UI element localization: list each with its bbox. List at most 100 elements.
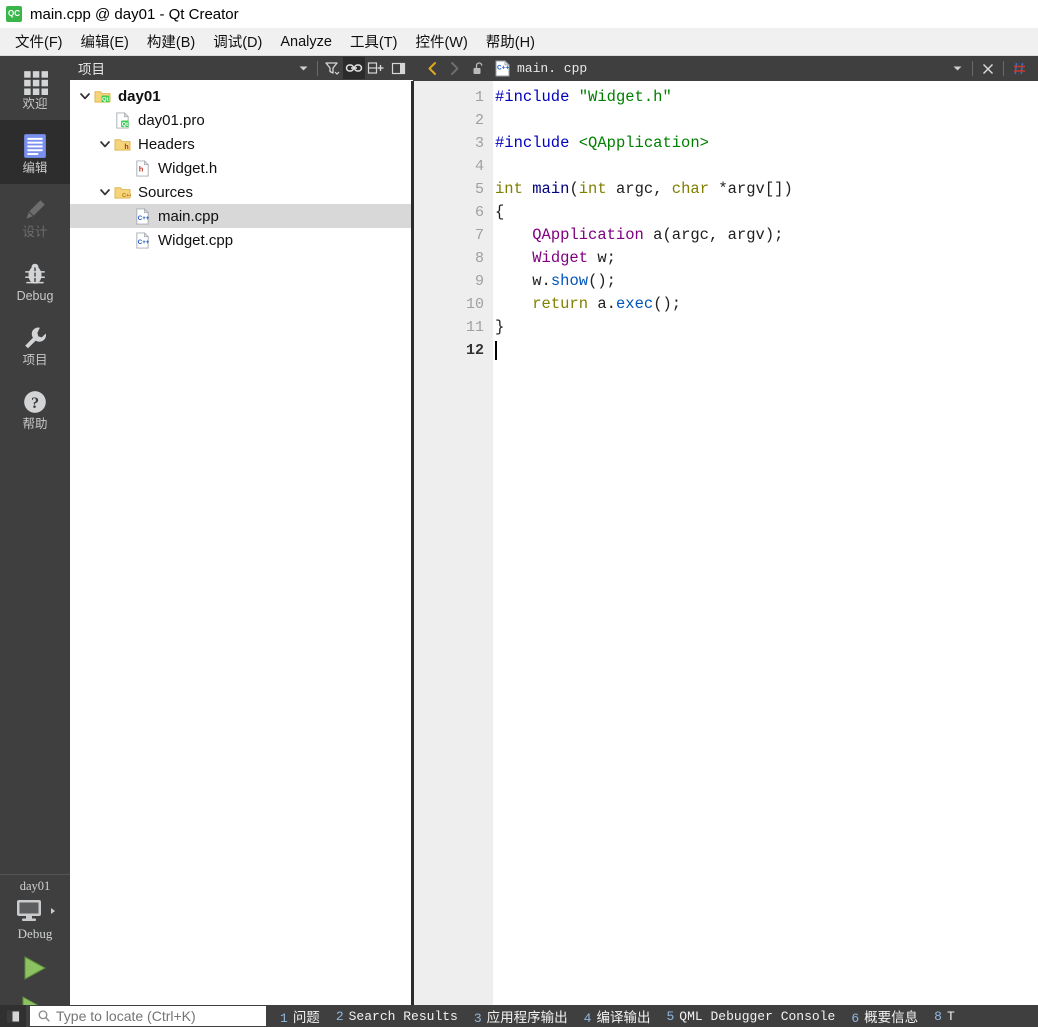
mode-button-编辑[interactable]: 编辑 bbox=[0, 120, 70, 184]
menu-build[interactable]: 构建(B) bbox=[138, 28, 204, 55]
chevron-down-icon bbox=[953, 66, 961, 71]
tree-expand-toggle[interactable] bbox=[96, 132, 114, 156]
kit-target-row bbox=[0, 897, 70, 925]
chevron-down-icon bbox=[100, 189, 110, 196]
link-with-editor-button[interactable] bbox=[343, 57, 365, 79]
pane-shortcut-number: 3 bbox=[473, 1011, 482, 1026]
tree-item-label: Widget.cpp bbox=[158, 231, 234, 249]
cpp-file-icon: C++ bbox=[134, 207, 158, 225]
code-token: char bbox=[671, 180, 710, 198]
question-icon: ? bbox=[22, 389, 48, 415]
run-green-triangle-icon bbox=[24, 956, 47, 980]
tree-item-day01[interactable]: Qt day01 bbox=[70, 84, 413, 108]
tree-item-Widget.cpp[interactable]: C++ Widget.cpp bbox=[70, 228, 413, 252]
output-pane-3[interactable]: 3 应用程序输出 bbox=[466, 1006, 576, 1026]
code-token: show bbox=[550, 272, 589, 290]
editor-list-dropdown[interactable] bbox=[946, 58, 968, 80]
svg-text:C++: C++ bbox=[497, 65, 509, 72]
tree-expand-toggle[interactable] bbox=[96, 180, 114, 204]
tree-item-Headers[interactable]: h Headers bbox=[70, 132, 413, 156]
line-number: 11 bbox=[465, 319, 484, 336]
kit-expand-arrow-icon bbox=[50, 908, 55, 914]
sidebar-view-dropdown[interactable] bbox=[292, 57, 314, 79]
toolbar-divider bbox=[1003, 61, 1004, 76]
lock-document-button[interactable] bbox=[468, 58, 490, 80]
chevron-right-icon bbox=[450, 62, 458, 75]
folder-cpp-icon: C++ bbox=[114, 184, 138, 201]
output-pane-5[interactable]: 5 QML Debugger Console bbox=[658, 1009, 843, 1024]
search-input[interactable] bbox=[56, 1008, 246, 1024]
qt-project-folder-icon: Qt bbox=[94, 90, 111, 103]
grid-icon bbox=[22, 69, 48, 96]
menu-analyze[interactable]: Analyze bbox=[271, 31, 341, 53]
document-icon bbox=[22, 133, 48, 159]
output-pane-4[interactable]: 4 编译输出 bbox=[576, 1006, 659, 1026]
editor-file-tab[interactable]: C++ main. cpp bbox=[494, 60, 587, 77]
wrench-icon bbox=[25, 327, 46, 349]
code-token: <QApplication> bbox=[578, 134, 709, 152]
mode-button-欢迎[interactable]: 欢迎 bbox=[0, 56, 70, 120]
code-token: ( bbox=[662, 226, 672, 244]
output-pane-6[interactable]: 6 概要信息 bbox=[843, 1006, 926, 1026]
output-pane-buttons: 1 问题 2 Search Results 3 应用程序输出 4 编译输出 5 QML Debug… bbox=[272, 1006, 1038, 1027]
tree-item-Sources[interactable]: C++ Sources bbox=[70, 180, 413, 204]
code-token: int bbox=[495, 180, 523, 198]
hash-split-icon bbox=[1013, 62, 1025, 75]
tree-item-main.cpp[interactable]: C++ main.cpp bbox=[70, 204, 413, 228]
mode-button-项目[interactable]: 项目 bbox=[0, 312, 70, 376]
navigate-back-button[interactable] bbox=[421, 58, 443, 80]
line-number: 9 bbox=[474, 273, 484, 290]
menu-help[interactable]: 帮助(H) bbox=[477, 28, 544, 55]
pane-label: 编译输出 bbox=[596, 1010, 651, 1025]
output-pane-2[interactable]: 2 Search Results bbox=[328, 1009, 466, 1024]
tree-twisty-empty bbox=[96, 108, 114, 132]
code-token: . bbox=[606, 295, 616, 313]
mode-button-label: 帮助 bbox=[22, 417, 48, 432]
svg-text:h: h bbox=[124, 143, 128, 151]
code-token: } bbox=[495, 318, 505, 336]
code-token: int bbox=[578, 180, 607, 198]
mode-button-Debug[interactable]: Debug bbox=[0, 248, 70, 312]
code-token: (); bbox=[653, 295, 682, 313]
close-sidebar-button[interactable] bbox=[387, 57, 409, 79]
tree-item-Widget.h[interactable]: h Widget.h bbox=[70, 156, 413, 180]
tree-item-label: day01 bbox=[118, 87, 161, 105]
tree-twisty-empty bbox=[116, 156, 134, 180]
kit-project-name: day01 bbox=[19, 879, 51, 893]
pane-label: Search Results bbox=[348, 1008, 458, 1024]
tree-item-day01.pro[interactable]: Qt day01.pro bbox=[70, 108, 413, 132]
menu-debug[interactable]: 调试(D) bbox=[204, 28, 271, 55]
menu-edit[interactable]: 编辑(E) bbox=[72, 28, 138, 55]
pencil-icon bbox=[22, 197, 48, 223]
line-number: 6 bbox=[474, 204, 484, 221]
filter-button[interactable] bbox=[321, 57, 343, 79]
code-line: #include <QApplication> bbox=[495, 132, 709, 155]
run-button[interactable] bbox=[0, 948, 70, 988]
kit-build-config: Debug bbox=[17, 926, 53, 941]
code-token: (); bbox=[588, 272, 616, 290]
locator-field[interactable] bbox=[30, 1006, 266, 1026]
bug-icon bbox=[22, 261, 48, 287]
project-tree[interactable]: Qt day01 Qt day01.pro h Headers h Widget… bbox=[70, 80, 413, 1005]
code-token: { bbox=[495, 203, 505, 221]
close-editor-button[interactable] bbox=[977, 58, 999, 80]
output-pane-1[interactable]: 1 问题 bbox=[272, 1006, 328, 1026]
code-editor-area[interactable]: #include "Widget.h" #include <QApplicatio… bbox=[493, 81, 1038, 1005]
tree-item-label: Widget.h bbox=[158, 159, 218, 177]
menu-file[interactable]: 文件(F) bbox=[6, 28, 72, 55]
add-split-view-button[interactable] bbox=[365, 57, 387, 79]
menu-tools[interactable]: 工具(T) bbox=[341, 28, 407, 55]
chevron-down-icon bbox=[299, 66, 307, 70]
output-pane-8[interactable]: 8T bbox=[926, 1009, 963, 1024]
svg-text:C++: C++ bbox=[122, 193, 131, 199]
mode-button-帮助[interactable]: ? 帮助 bbox=[0, 376, 70, 440]
navigate-forward-button[interactable] bbox=[443, 58, 465, 80]
menu-window[interactable]: 控件(W) bbox=[406, 28, 476, 55]
tree-expand-toggle[interactable] bbox=[76, 84, 94, 108]
toggle-sidebar-button[interactable] bbox=[0, 1005, 26, 1027]
toolbar-divider bbox=[317, 60, 318, 76]
split-editor-button[interactable] bbox=[1008, 58, 1030, 80]
search-icon bbox=[38, 1010, 50, 1022]
code-token: , bbox=[653, 180, 672, 198]
